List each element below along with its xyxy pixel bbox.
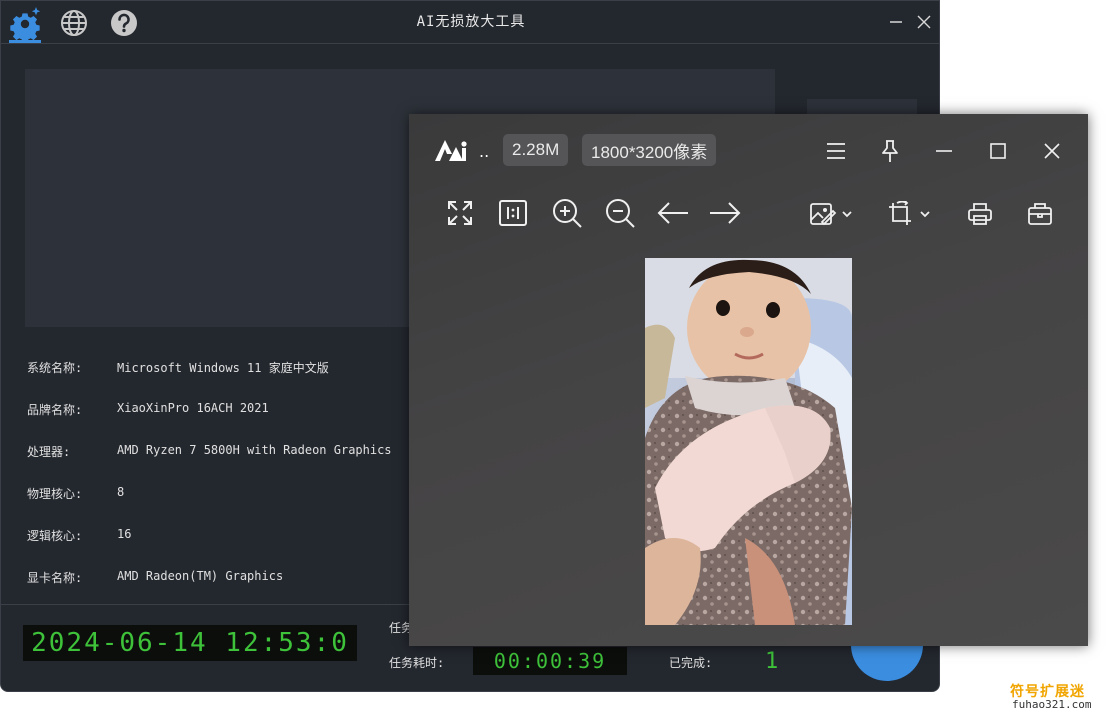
previous-button[interactable] xyxy=(656,198,690,228)
toolbox-icon xyxy=(1028,203,1052,225)
clock-display: 2024-06-14 12:53:0 xyxy=(23,625,357,661)
completed-label: 已完成: xyxy=(669,656,713,670)
minimize-button[interactable] xyxy=(885,11,907,33)
viewer-close-button[interactable] xyxy=(1039,138,1065,164)
zoom-out-icon xyxy=(606,199,635,228)
completed-count: 1 xyxy=(765,649,779,674)
processor-label: 处理器: xyxy=(27,445,71,459)
logical-cores-value: 16 xyxy=(117,527,132,541)
zoom-out-button[interactable] xyxy=(603,196,637,230)
dimensions-badge: 1800*3200像素 xyxy=(582,134,717,166)
gpu-name-value: AMD Radeon(TM) Graphics xyxy=(117,569,284,583)
minimize-icon xyxy=(890,21,902,23)
baby-photo-image xyxy=(645,258,852,625)
displayed-photo[interactable] xyxy=(645,258,852,625)
header-divider xyxy=(1,43,939,44)
close-icon xyxy=(1044,143,1060,159)
viewer-maximize-button[interactable] xyxy=(985,138,1011,164)
physical-cores-label: 物理核心: xyxy=(27,487,83,501)
rotate-crop-button[interactable] xyxy=(887,200,931,228)
close-icon xyxy=(917,15,931,29)
actual-size-icon xyxy=(499,200,527,226)
watermark-url: fuhao321.com xyxy=(1012,698,1092,711)
next-icon xyxy=(710,202,741,224)
processor-value: AMD Ryzen 7 5800H with Radeon Graphics xyxy=(117,443,392,457)
logical-cores-label: 逻辑核心: xyxy=(27,529,83,543)
brand-name-value: XiaoXinPro 16ACH 2021 xyxy=(117,401,269,415)
file-size-badge: 2.28M xyxy=(503,134,569,166)
task-timer-display: 00:00:39 xyxy=(473,647,627,675)
toolbox-button[interactable] xyxy=(1025,200,1055,228)
viewer-logo xyxy=(433,136,469,168)
fit-screen-icon xyxy=(448,201,472,225)
edit-image-button[interactable] xyxy=(809,200,853,228)
image-viewer-window: .. 2.28M 1800*3200像素 xyxy=(409,114,1088,646)
rotate-crop-icon xyxy=(889,201,930,225)
actual-size-button[interactable] xyxy=(498,198,528,228)
minimize-icon xyxy=(936,150,952,152)
viewer-minimize-button[interactable] xyxy=(931,138,957,164)
zoom-in-icon xyxy=(553,199,582,228)
app-title: AI无损放大工具 xyxy=(416,14,526,30)
pin-button[interactable] xyxy=(877,138,903,164)
close-button[interactable] xyxy=(913,11,935,33)
menu-button[interactable] xyxy=(823,138,849,164)
pin-icon xyxy=(882,140,898,162)
system-name-value: Microsoft Windows 11 家庭中文版 xyxy=(117,361,329,375)
print-icon xyxy=(968,203,992,225)
edit-image-icon xyxy=(810,203,852,226)
system-name-label: 系统名称: xyxy=(27,361,83,375)
path-ellipsis[interactable]: .. xyxy=(479,142,489,161)
fit-screen-button[interactable] xyxy=(445,198,475,228)
app-logo-icon xyxy=(435,140,467,161)
physical-cores-value: 8 xyxy=(117,485,125,499)
maximize-icon xyxy=(990,143,1006,159)
previous-icon xyxy=(657,202,688,224)
zoom-in-button[interactable] xyxy=(550,196,584,230)
brand-name-label: 品牌名称: xyxy=(27,403,83,417)
gpu-name-label: 显卡名称: xyxy=(27,571,83,585)
task-time-label: 任务耗时: xyxy=(389,656,445,670)
print-button[interactable] xyxy=(965,200,995,228)
next-button[interactable] xyxy=(708,198,742,228)
menu-icon xyxy=(827,143,845,159)
